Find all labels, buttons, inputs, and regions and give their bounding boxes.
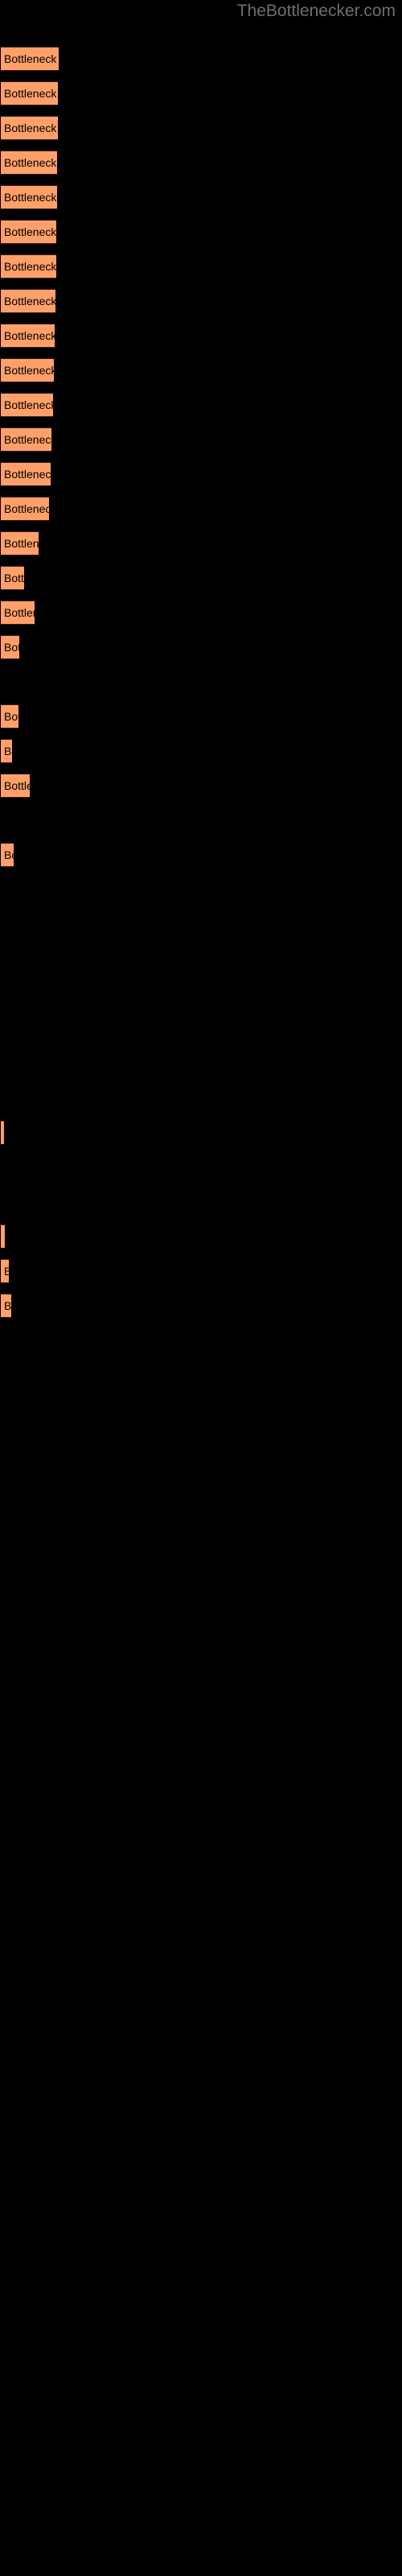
bottleneck-result-bar[interactable]: Bottleneck result <box>1 462 51 486</box>
bottleneck-result-bar[interactable]: Bottleneck result <box>1 739 12 763</box>
bottleneck-result-bar[interactable]: Bottleneck result <box>1 393 53 417</box>
bar-label: Bottleneck result <box>4 122 58 134</box>
bar-label: Bottleneck result <box>4 433 51 446</box>
bar-label: Bottleneck result <box>4 572 24 584</box>
bar-label: Bottleneck result <box>4 191 57 204</box>
bottleneck-result-bar[interactable]: Bottleneck result <box>1 220 56 244</box>
bottleneck-result-bar[interactable]: Bottleneck result <box>1 289 55 313</box>
bar-label: Bottleneck result <box>4 537 39 550</box>
bar-label: Bottleneck result <box>4 502 49 515</box>
bottleneck-result-bar[interactable]: Bottleneck result <box>1 1259 9 1283</box>
bottleneck-result-bar[interactable]: Bottleneck result <box>1 151 57 175</box>
bottleneck-bar-chart: Bottleneck result Bottleneck result Bottle… <box>0 0 402 2576</box>
bottleneck-result-bar[interactable] <box>1 1224 5 1249</box>
bar-label: Bottleneck result <box>4 779 30 792</box>
bottleneck-result-bar[interactable]: Bottleneck result <box>1 81 58 105</box>
bottleneck-result-bar[interactable]: Bottleneck result <box>1 324 55 348</box>
bar-label: Bottleneck result <box>4 87 58 100</box>
bar-label: Bottleneck result <box>4 156 57 169</box>
bottleneck-result-bar[interactable]: Bottleneck result <box>1 601 35 625</box>
bottleneck-result-bar[interactable]: Bottleneck result <box>1 566 24 590</box>
bottleneck-result-bar[interactable]: Bottleneck result <box>1 1294 11 1318</box>
bar-label: Bottleneck result <box>4 1265 9 1277</box>
bar-label: Bottleneck result <box>4 398 53 411</box>
bar-label: Bottleneck result <box>4 329 55 342</box>
bar-label: Bottleneck result <box>4 468 51 481</box>
bar-label: Bottleneck result <box>4 225 56 238</box>
bottleneck-result-bar[interactable]: Bottleneck result <box>1 427 51 452</box>
bar-label: Bottleneck result <box>4 710 18 723</box>
bar-label: Bottleneck result <box>4 364 54 377</box>
bar-label: Bottleneck result <box>4 295 55 308</box>
bar-label: Bottleneck result <box>4 606 35 619</box>
bottleneck-result-bar[interactable]: Bottleneck result <box>1 531 39 555</box>
bar-label: Bottleneck result <box>4 1299 11 1312</box>
bottleneck-result-bar[interactable]: Bottleneck result <box>1 358 54 382</box>
bottleneck-result-bar[interactable]: Bottleneck result <box>1 774 30 798</box>
bar-label: Bottleneck result <box>4 260 56 273</box>
bottleneck-result-bar[interactable] <box>1 1121 4 1145</box>
bottleneck-result-bar[interactable]: Bottleneck result <box>1 635 19 659</box>
bar-label: Bottleneck result <box>4 848 14 861</box>
bottleneck-result-bar[interactable]: Bottleneck result <box>1 47 59 71</box>
bottleneck-result-bar[interactable]: Bottleneck result <box>1 254 56 279</box>
bottleneck-result-bar[interactable]: Bottleneck result <box>1 497 49 521</box>
bottleneck-result-bar[interactable]: Bottleneck result <box>1 704 18 729</box>
bar-label: Bottleneck result <box>4 52 59 65</box>
bar-label: Bottleneck result <box>4 745 12 758</box>
bar-label: Bottleneck result <box>4 641 19 654</box>
bottleneck-result-bar[interactable]: Bottleneck result <box>1 185 57 209</box>
bottleneck-result-bar[interactable]: Bottleneck result <box>1 116 58 140</box>
bottleneck-result-bar[interactable]: Bottleneck result <box>1 843 14 867</box>
